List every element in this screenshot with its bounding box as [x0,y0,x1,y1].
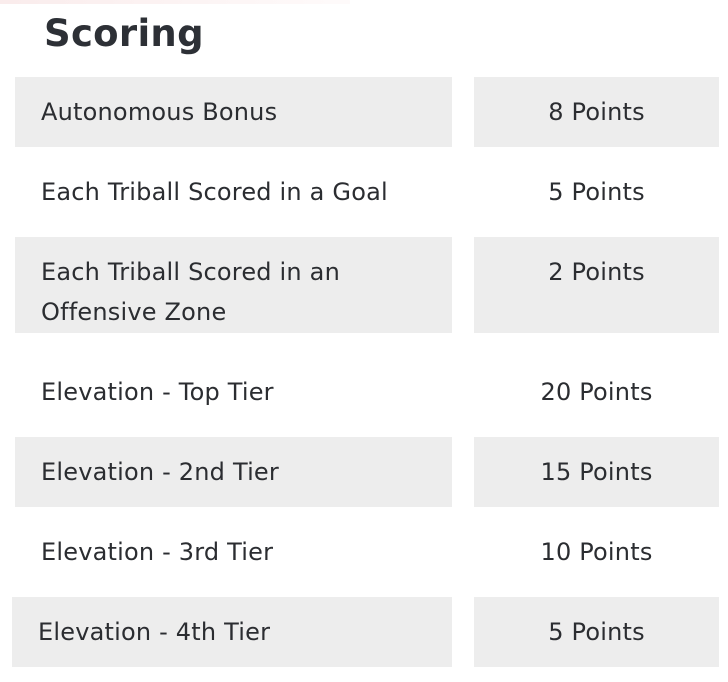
row-points: 10 Points [540,538,653,566]
row-label: Each Triball Scored in an Offensive Zone [41,258,340,326]
row-label-cell: Autonomous Bonus [15,77,452,147]
row-label-cell: Elevation - 4th Tier [12,597,452,667]
row-label-cell: Each Triball Scored in an Offensive Zone [15,237,452,333]
row-points: 5 Points [548,178,645,206]
row-points-cell: 20 Points [474,357,719,427]
row-label: Elevation - Top Tier [41,378,274,406]
table-row-triball-offensive-zone: Each Triball Scored in an Offensive Zone… [0,237,728,333]
table-row-elevation-3rd-tier: Elevation - 3rd Tier 10 Points [0,517,728,587]
row-points-cell: 8 Points [474,77,719,147]
row-label: Autonomous Bonus [41,98,278,126]
row-points-cell: 2 Points [474,237,719,333]
row-label-cell: Elevation - Top Tier [15,357,452,427]
row-points-cell: 5 Points [474,597,719,667]
row-label: Each Triball Scored in a Goal [41,178,388,206]
table-row-elevation-4th-tier: Elevation - 4th Tier 5 Points [0,597,728,667]
section-title: Scoring [44,12,204,55]
row-points: 15 Points [540,458,653,486]
top-accent-bar [0,0,350,4]
row-label-cell: Elevation - 2nd Tier [15,437,452,507]
table-row-autonomous-bonus: Autonomous Bonus 8 Points [0,77,728,147]
row-points-cell: 10 Points [474,517,719,587]
table-row-elevation-2nd-tier: Elevation - 2nd Tier 15 Points [0,437,728,507]
table-row-triball-goal: Each Triball Scored in a Goal 5 Points [0,157,728,227]
table-row-elevation-top-tier: Elevation - Top Tier 20 Points [0,357,728,427]
row-label-cell: Elevation - 3rd Tier [15,517,452,587]
row-label: Elevation - 2nd Tier [41,458,279,486]
row-points: 8 Points [548,98,645,126]
row-label-cell: Each Triball Scored in a Goal [15,157,452,227]
row-points: 5 Points [548,618,645,646]
row-points-cell: 5 Points [474,157,719,227]
row-label: Elevation - 3rd Tier [41,538,274,566]
row-points: 2 Points [548,258,645,286]
row-label: Elevation - 4th Tier [38,618,271,646]
row-points: 20 Points [540,378,653,406]
row-points-cell: 15 Points [474,437,719,507]
